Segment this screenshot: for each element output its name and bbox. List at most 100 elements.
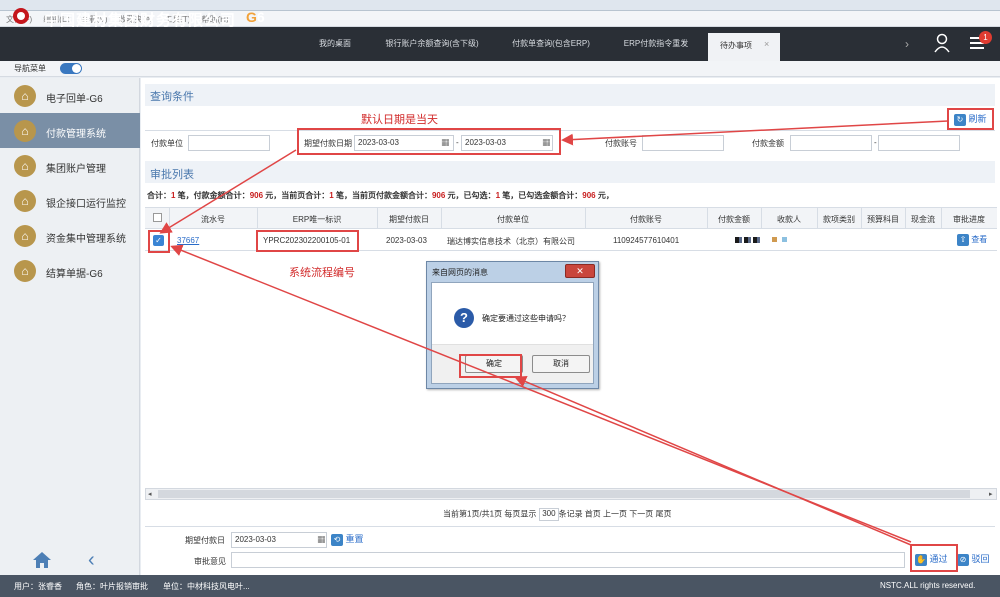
reset-label: 重置 xyxy=(345,534,364,544)
scrollbar-thumb[interactable] xyxy=(158,490,970,498)
bank-icon: ⌂ xyxy=(14,85,36,107)
product-logo-g: G xyxy=(246,9,257,25)
account-input[interactable] xyxy=(642,135,724,151)
sidebar-item-group-account[interactable]: ⌂ 集团账户管理 xyxy=(0,148,140,183)
col-date: 期望付款日 xyxy=(389,215,429,224)
dialog-title: 来自网页的消息 xyxy=(432,268,488,277)
close-icon: ✕ xyxy=(576,266,584,276)
sidebar-item-cash-pool[interactable]: ⌂ 资金集中管理系统 xyxy=(0,218,140,253)
highlight-refresh xyxy=(947,108,994,130)
tab-todo-label: 待办事项 xyxy=(720,41,752,50)
annotation-flow-no: 系统流程编号 xyxy=(289,267,355,279)
bank-icon: ⌂ xyxy=(14,225,36,247)
sidebar-item-label: 结算单据-G6 xyxy=(46,269,103,280)
tab-my-desktop[interactable]: 我的桌面 xyxy=(309,38,361,52)
back-icon[interactable]: ‹ xyxy=(88,549,95,572)
col-erp-id: ERP唯一标识 xyxy=(292,215,342,224)
pager: 当前第1页/共1页 每页显示 300 条记录 首页 上一页 下一页 尾页 xyxy=(443,508,671,521)
footer-copyright: NSTC.ALL rights reserved. xyxy=(880,581,976,590)
opinion-input[interactable] xyxy=(231,552,905,568)
account-cell: 110924577610401 xyxy=(613,236,680,245)
redacted-payee xyxy=(772,237,777,242)
bank-icon: ⌂ xyxy=(14,260,36,282)
chevron-right-icon[interactable]: › xyxy=(905,37,909,51)
bottom-date-input[interactable]: 2023-03-03 xyxy=(231,532,327,548)
sidebar-item-label: 资金集中管理系统 xyxy=(46,234,126,245)
tab-erp-resend[interactable]: ERP付款指令重发 xyxy=(616,38,696,52)
redacted-payee xyxy=(782,237,787,242)
col-payer: 付款单位 xyxy=(497,215,529,224)
redacted-amount xyxy=(735,237,761,243)
company-logo-icon xyxy=(13,8,29,24)
query-header xyxy=(145,84,995,106)
status-bar: 用户：张睿香 角色：叶片报销审批 单位：中材科技风电叶... NSTC.ALL … xyxy=(0,575,1000,597)
payer-input[interactable] xyxy=(188,135,270,151)
tab-bank-balance[interactable]: 银行账户余额查询(含下级) xyxy=(378,38,486,52)
product-logo-num: 6 xyxy=(256,9,265,25)
payer-label: 付款单位 xyxy=(151,139,183,148)
amount-max-input[interactable] xyxy=(878,135,960,151)
payer-cell: 瑞达博实信息技术（北京）有限公司 xyxy=(447,237,575,246)
user-icon[interactable] xyxy=(934,33,950,53)
sidebar-item-bank-monitor[interactable]: ⌂ 银企接口运行监控 xyxy=(0,183,140,218)
highlight-ok-button xyxy=(459,354,522,378)
product-logo: G6 xyxy=(246,9,265,25)
highlight-erp-id xyxy=(256,230,359,252)
dialog-close-button[interactable]: ✕ xyxy=(565,264,595,278)
col-cashflow: 现金流 xyxy=(911,215,935,224)
col-account: 付款账号 xyxy=(630,215,662,224)
col-budget: 预算科目 xyxy=(867,215,899,224)
footer-role: 角色：叶片报销审批 xyxy=(76,582,148,591)
question-icon: ? xyxy=(454,308,474,328)
col-serial: 流水号 xyxy=(201,215,225,224)
query-title: 查询条件 xyxy=(150,91,194,103)
view-progress-button[interactable]: ⇧ 查看 xyxy=(957,234,987,246)
nav-menu-toggle[interactable] xyxy=(60,63,82,74)
bank-icon: ⌂ xyxy=(14,120,36,142)
reject-label: 驳回 xyxy=(971,554,990,564)
nav-menu-label: 导航菜单 xyxy=(14,64,46,73)
divider xyxy=(145,526,995,527)
reset-icon: ⟲ xyxy=(331,533,343,546)
reject-button[interactable]: ⊘ 驳回 xyxy=(957,552,990,566)
bottom-date-label: 期望付款日 xyxy=(185,536,225,545)
summary-text: 合计：1 笔，付款金额合计：906 元，当前页合计：1 笔，当前页付款金额合计：… xyxy=(147,191,614,200)
view-progress-label: 查看 xyxy=(971,235,988,245)
scroll-left-icon[interactable]: ◂ xyxy=(148,490,152,498)
tab-payment-query[interactable]: 付款单查询(包含ERP) xyxy=(506,38,596,52)
col-progress: 审批进度 xyxy=(953,215,985,224)
sidebar-item-label: 付款管理系统 xyxy=(46,129,106,140)
sidebar-item-e-receipt[interactable]: ⌂ 电子回单-G6 xyxy=(0,78,140,113)
list-header xyxy=(145,161,995,183)
app-header xyxy=(0,27,1000,61)
home-icon[interactable] xyxy=(33,552,51,568)
select-all-checkbox[interactable] xyxy=(153,213,162,222)
nav-bar xyxy=(0,61,1000,77)
divider xyxy=(145,130,995,131)
sidebar-item-label: 集团账户管理 xyxy=(46,164,106,175)
tab-todo[interactable]: 待办事项 × xyxy=(708,33,780,61)
scroll-right-icon[interactable]: ▸ xyxy=(989,490,993,498)
close-icon[interactable]: × xyxy=(764,39,769,49)
footer-user: 用户：张睿香 xyxy=(14,582,62,591)
upload-icon: ⇧ xyxy=(957,234,969,246)
footer-unit: 单位：中材科技风电叶... xyxy=(163,582,250,591)
serial-link[interactable]: 37667 xyxy=(177,236,199,245)
sidebar-item-label: 银企接口运行监控 xyxy=(46,199,126,210)
col-category: 款项类别 xyxy=(823,215,855,224)
table-header: 流水号 ERP唯一标识 期望付款日 付款单位 付款账号 付款金额 收款人 款项类… xyxy=(145,207,997,251)
annotation-default-date: 默认日期是当天 xyxy=(361,114,438,126)
cancel-button[interactable]: 取消 xyxy=(532,355,590,373)
opinion-label: 审批意见 xyxy=(194,557,226,566)
per-page-input[interactable]: 300 xyxy=(538,508,559,521)
notification-badge: 1 xyxy=(979,31,992,44)
calendar-icon[interactable]: ▦ xyxy=(317,534,326,545)
sidebar-item-label: 电子回单-G6 xyxy=(46,94,103,105)
amount-min-input[interactable] xyxy=(790,135,872,151)
dialog-message: 确定要通过这些申请吗？ xyxy=(482,314,570,323)
reset-button[interactable]: ⟲ 重置 xyxy=(331,532,364,546)
pager-nav[interactable]: 条记录 首页 上一页 下一页 尾页 xyxy=(559,510,672,519)
list-title: 审批列表 xyxy=(150,169,194,181)
sidebar-item-settlement[interactable]: ⌂ 结算单据-G6 xyxy=(0,253,140,288)
sidebar-item-payment[interactable]: ⌂ 付款管理系统 xyxy=(0,113,140,148)
